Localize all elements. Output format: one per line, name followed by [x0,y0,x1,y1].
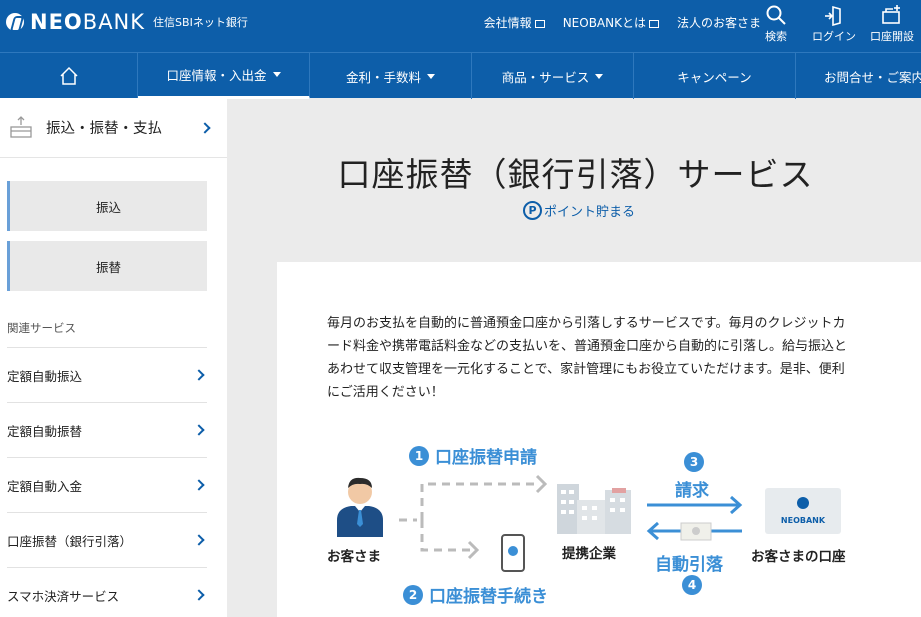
link-about-neobank[interactable]: NEOBANKとは [563,14,659,31]
bank-card-icon: NEOBANK [765,488,841,534]
points-link[interactable]: P ポイント貯まる [523,201,635,220]
account-open-icon [882,5,900,24]
nav-products-services[interactable]: 商品・サービス [472,53,634,99]
login-label: ログイン [812,30,856,43]
flow-line-procedure [420,520,473,552]
dropdown-caret-icon [272,72,281,77]
points-icon: P [523,201,542,220]
page-title: 口座振替（銀行引落）サービス [337,155,814,194]
chevron-right-icon [193,369,205,381]
sidebar-item-direct-debit[interactable]: 口座振替（銀行引落） [7,512,207,567]
account-label: お客さまの口座 [751,549,846,565]
search-button[interactable]: 検索 [747,4,805,44]
search-icon [766,5,786,25]
chevron-right-icon [193,534,205,546]
step-3-label: 請求 [675,476,709,501]
step-number: 1 [409,445,429,466]
account-open-label: 口座開設 [870,30,914,43]
company-buildings-icon [557,484,631,534]
bank-card-logo: NEOBANK [781,516,826,525]
site-logo[interactable]: NEOBANK 住信SBIネット銀行 [6,10,248,34]
sidebar-item-fixed-deposit[interactable]: 定額自動入金 [7,457,207,512]
external-link-icon [534,19,545,28]
login-icon [825,5,841,26]
login-button[interactable]: ログイン [805,4,863,44]
money-bill-icon [680,522,712,541]
sidebar-button-transfer[interactable]: 振込 [7,181,207,231]
nav-home[interactable] [0,53,138,99]
step-4-label: 自動引落 [655,550,723,575]
sidebar: 振込・振替・支払 振込 振替 関連サービス 定額自動振込 定額自動振替 定額自動… [0,98,227,617]
related-services-label: 関連サービス [7,321,76,335]
step-2-label: 2 口座振替手続き [403,582,548,607]
sidebar-button-furikae[interactable]: 振替 [7,241,207,291]
top-header: NEOBANK 住信SBIネット銀行 会社情報 NEOBANKとは 法人のお客さ… [0,0,921,52]
transfer-upload-icon [10,115,32,138]
chevron-right-icon [193,589,205,601]
logo-text: NEOBANK [30,10,146,34]
step-1-label: 1 口座振替申請 [409,443,537,468]
account-open-button[interactable]: 口座開設 [863,4,921,44]
step-number: 2 [403,584,423,605]
chevron-right-icon [193,479,205,491]
home-icon [59,66,78,85]
link-company-info[interactable]: 会社情報 [484,14,545,31]
customer-person-icon [337,477,383,537]
points-label: ポイント貯まる [544,205,636,220]
logo-mark-icon [6,13,24,31]
sidebar-heading[interactable]: 振込・振替・支払 [0,98,227,158]
arrow-head-icon [535,474,548,494]
chevron-right-icon [193,424,205,436]
sidebar-heading-label: 振込・振替・支払 [46,121,162,137]
sidebar-item-fixed-furikae[interactable]: 定額自動振替 [7,402,207,457]
external-link-icon [648,19,659,28]
search-label: 検索 [765,30,787,43]
step-text: 口座振替手続き [429,587,548,607]
chevron-right-icon [199,121,211,134]
step-4-number: 4 [682,575,702,595]
step-3-number: 3 [684,452,704,472]
dropdown-caret-icon [595,73,604,79]
nav-rates-fees[interactable]: 金利・手数料 [310,53,472,99]
sidebar-item-fixed-transfer[interactable]: 定額自動振込 [7,347,207,402]
step-text: 自動引落 [655,555,723,575]
sidebar-item-smartphone-payment[interactable]: スマホ決済サービス [7,567,207,617]
nav-contact[interactable]: お問合せ・ご案内 [796,53,921,99]
step-text: 請求 [675,481,709,501]
smartphone-icon [501,534,525,572]
logo-subtitle: 住信SBIネット銀行 [153,16,248,29]
company-label: 提携企業 [562,546,616,562]
content-card: 毎月のお支払を自動的に普通預金口座から引落しするサービスです。毎月のクレジットカ… [277,262,921,617]
flow-line-application [399,482,539,522]
top-links: 会社情報 NEOBANKとは 法人のお客さま [484,14,761,31]
arrow-head-icon [467,540,480,560]
header-actions: 検索 ログイン 口座開設 [747,4,921,44]
step-text: 口座振替申請 [435,448,537,468]
related-services-list: 定額自動振込 定額自動振替 定額自動入金 口座振替（銀行引落） スマホ決済サービ… [7,347,207,617]
nav-campaign[interactable]: キャンペーン [634,53,796,99]
dropdown-caret-icon [427,73,435,79]
customer-label: お客さま [327,549,381,565]
nav-account-info[interactable]: 口座情報・入出金 [138,53,310,99]
main-nav: 口座情報・入出金 金利・手数料 商品・サービス キャンペーン お問合せ・ご案内 [0,52,921,99]
